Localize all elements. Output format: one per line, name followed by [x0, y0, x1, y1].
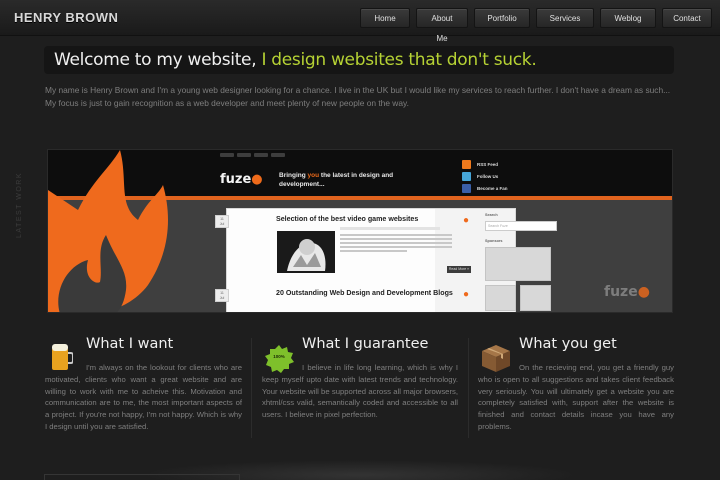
welcome-lead: Welcome to my website, — [54, 50, 262, 70]
nav-services[interactable]: Services — [536, 8, 594, 28]
post-flame-icon-2: ● — [463, 289, 470, 300]
latest-work-showcase[interactable]: fuze● Bringing you the latest in design … — [47, 149, 673, 313]
top-bar: HENRY BROWN Home About Me Portfolio Serv… — [0, 0, 720, 43]
latest-work-label: LATEST WORK — [16, 171, 23, 238]
fuze-content-card: 11 Jul Selection of the best video game w… — [215, 208, 557, 312]
fuze-logo-text: fuze — [220, 172, 252, 187]
post-title-2: 20 Outstanding Web Design and Developmen… — [276, 289, 453, 297]
rss-link: RSS Feed — [462, 158, 508, 170]
twitter-icon — [462, 171, 471, 181]
column-title-get: What you get — [519, 336, 617, 352]
fuze-watermark-flame-icon: ● — [637, 284, 650, 300]
site-logo[interactable]: HENRY BROWN — [14, 10, 118, 25]
rss-icon — [462, 159, 471, 169]
nav-weblog[interactable]: Weblog — [600, 8, 656, 28]
facebook-link: Become a Fan — [462, 182, 508, 194]
nav-portfolio[interactable]: Portfolio — [474, 8, 530, 28]
read-more-button: Read More » — [447, 266, 471, 273]
column-text-get: On the recieving end, you get a friendly… — [478, 363, 674, 431]
post-date-month: Jul — [219, 222, 225, 226]
rss-label: RSS Feed — [477, 161, 499, 167]
fuze-tagline-highlight: you — [307, 172, 320, 179]
post-thumbnail — [277, 231, 335, 273]
post-date-month-2: Jul — [219, 296, 225, 300]
fuze-posts: 11 Jul Selection of the best video game w… — [215, 209, 471, 312]
twitter-link: Follow Us — [462, 170, 508, 182]
post-meta — [340, 227, 440, 230]
twitter-label: Follow Us — [477, 173, 499, 179]
post-date-badge-2: 11 Jul — [215, 289, 229, 302]
post-title-1: Selection of the best video game website… — [276, 215, 419, 223]
column-text-want: I'm always on the lookout for clients wh… — [45, 363, 242, 431]
column-title-want: What I want — [86, 336, 174, 352]
fuze-mini-nav — [220, 153, 285, 157]
sponsor-ad-small-2 — [520, 285, 551, 311]
welcome-heading: Welcome to my website, I design websites… — [44, 46, 674, 74]
fuze-logo-flame-icon: ● — [251, 172, 263, 187]
sidebar-search-label: Search — [485, 213, 498, 217]
nav-contact[interactable]: Contact — [662, 8, 712, 28]
flame-illustration — [48, 150, 168, 312]
sponsor-ad-large — [485, 247, 551, 281]
sponsor-ad-small-1 — [485, 285, 516, 311]
welcome-highlight: I design websites that don't suck. — [261, 50, 537, 70]
fuze-social-links: RSS Feed Follow Us Become a Fan — [462, 158, 508, 194]
intro-paragraph: My name is Henry Brown and I'm a young w… — [45, 85, 671, 108]
sidebar-sponsors-label: Sponsors — [485, 239, 503, 243]
facebook-label: Become a Fan — [477, 185, 508, 191]
nav-home[interactable]: Home — [360, 8, 410, 28]
facebook-icon — [462, 183, 471, 193]
column-divider-1 — [251, 338, 252, 438]
fuze-logo: fuze● — [220, 172, 263, 187]
post-flame-icon: ● — [463, 215, 470, 226]
fuze-tagline: Bringing you the latest in design and de… — [279, 171, 399, 189]
guarantee-badge-text: 100% — [273, 354, 285, 359]
main-nav: Home About Me Portfolio Services Weblog … — [360, 8, 712, 43]
footer-box — [44, 474, 240, 480]
sidebar-search-box: Search Fuze — [485, 221, 557, 231]
fuze-tagline-a: Bringing — [279, 172, 308, 179]
post-date-badge: 11 Jul — [215, 215, 229, 228]
nav-about-me[interactable]: About Me — [416, 8, 468, 43]
column-divider-2 — [468, 338, 469, 438]
fuze-watermark-text: fuze — [604, 284, 638, 300]
fuze-sidebar: Search Search Fuze Sponsors — [485, 213, 561, 312]
column-text-guarantee: I believe in life long learning, which i… — [262, 363, 458, 420]
fuze-watermark: fuze● — [604, 284, 650, 300]
column-title-guarantee: What I guarantee — [302, 336, 429, 352]
post-excerpt — [340, 234, 452, 254]
